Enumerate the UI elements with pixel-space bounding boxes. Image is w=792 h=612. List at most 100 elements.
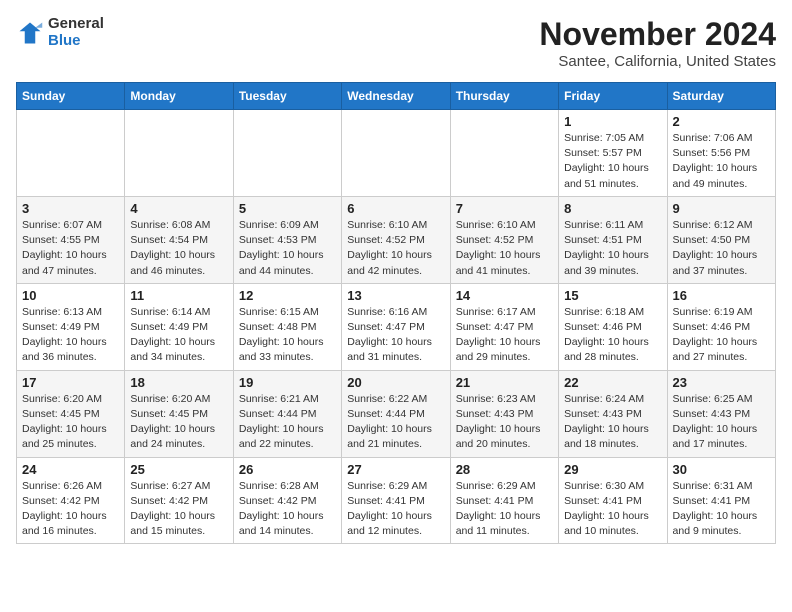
calendar-week-row: 3 Sunrise: 6:07 AM Sunset: 4:55 PM Daylig…	[17, 196, 776, 283]
calendar-week-row: 1Sunrise: 7:05 AM Sunset: 5:57 PM Daylig…	[17, 110, 776, 197]
calendar-cell: 22 Sunrise: 6:24 AM Sunset: 4:43 PM Dayli…	[559, 370, 667, 457]
day-number: 21	[456, 375, 553, 390]
calendar-cell: 27Sunrise: 6:29 AM Sunset: 4:41 PM Dayli…	[342, 457, 450, 544]
calendar-table: SundayMondayTuesdayWednesdayThursdayFrid…	[16, 82, 776, 544]
calendar-cell: 4Sunrise: 6:08 AM Sunset: 4:54 PM Daylig…	[125, 196, 233, 283]
calendar-cell	[342, 110, 450, 197]
day-number: 14	[456, 288, 553, 303]
day-info: Sunrise: 6:12 AM Sunset: 4:50 PM Dayligh…	[673, 218, 770, 279]
calendar-cell: 18Sunrise: 6:20 AM Sunset: 4:45 PM Dayli…	[125, 370, 233, 457]
calendar-cell: 5 Sunrise: 6:09 AM Sunset: 4:53 PM Daylig…	[233, 196, 341, 283]
day-info: Sunrise: 6:15 AM Sunset: 4:48 PM Dayligh…	[239, 305, 336, 366]
day-info: Sunrise: 6:28 AM Sunset: 4:42 PM Dayligh…	[239, 479, 336, 540]
day-number: 30	[673, 462, 770, 477]
calendar-cell: 2 Sunrise: 7:06 AM Sunset: 5:56 PM Daylig…	[667, 110, 775, 197]
day-number: 29	[564, 462, 661, 477]
day-number: 13	[347, 288, 444, 303]
calendar-week-row: 24 Sunrise: 6:26 AM Sunset: 4:42 PM Dayli…	[17, 457, 776, 544]
day-info: Sunrise: 6:22 AM Sunset: 4:44 PM Dayligh…	[347, 392, 444, 453]
day-number: 19	[239, 375, 336, 390]
day-number: 10	[22, 288, 119, 303]
day-info: Sunrise: 6:11 AM Sunset: 4:51 PM Dayligh…	[564, 218, 661, 279]
day-number: 24	[22, 462, 119, 477]
day-number: 25	[130, 462, 227, 477]
header-monday: Monday	[125, 83, 233, 110]
day-number: 6	[347, 201, 444, 216]
day-info: Sunrise: 6:09 AM Sunset: 4:53 PM Dayligh…	[239, 218, 336, 279]
day-number: 22	[564, 375, 661, 390]
calendar-cell: 28Sunrise: 6:29 AM Sunset: 4:41 PM Dayli…	[450, 457, 558, 544]
day-number: 8	[564, 201, 661, 216]
calendar-cell: 24 Sunrise: 6:26 AM Sunset: 4:42 PM Dayli…	[17, 457, 125, 544]
calendar-cell: 26 Sunrise: 6:28 AM Sunset: 4:42 PM Dayli…	[233, 457, 341, 544]
header-sunday: Sunday	[17, 83, 125, 110]
calendar-cell: 11Sunrise: 6:14 AM Sunset: 4:49 PM Dayli…	[125, 283, 233, 370]
day-info: Sunrise: 6:13 AM Sunset: 4:49 PM Dayligh…	[22, 305, 119, 366]
calendar-cell: 3 Sunrise: 6:07 AM Sunset: 4:55 PM Daylig…	[17, 196, 125, 283]
calendar-cell: 21 Sunrise: 6:23 AM Sunset: 4:43 PM Dayli…	[450, 370, 558, 457]
day-info: Sunrise: 7:05 AM Sunset: 5:57 PM Dayligh…	[564, 131, 661, 192]
day-number: 11	[130, 288, 227, 303]
day-info: Sunrise: 6:21 AM Sunset: 4:44 PM Dayligh…	[239, 392, 336, 453]
calendar-cell: 10 Sunrise: 6:13 AM Sunset: 4:49 PM Dayli…	[17, 283, 125, 370]
calendar-cell: 16 Sunrise: 6:19 AM Sunset: 4:46 PM Dayli…	[667, 283, 775, 370]
day-number: 17	[22, 375, 119, 390]
logo-icon	[16, 19, 44, 47]
calendar-subtitle: Santee, California, United States	[539, 53, 776, 70]
day-info: Sunrise: 6:10 AM Sunset: 4:52 PM Dayligh…	[347, 218, 444, 279]
calendar-header-row: SundayMondayTuesdayWednesdayThursdayFrid…	[17, 83, 776, 110]
day-number: 7	[456, 201, 553, 216]
day-number: 23	[673, 375, 770, 390]
page-header: General Blue November 2024 Santee, Calif…	[16, 16, 776, 70]
day-number: 12	[239, 288, 336, 303]
calendar-cell	[125, 110, 233, 197]
header-tuesday: Tuesday	[233, 83, 341, 110]
day-info: Sunrise: 6:23 AM Sunset: 4:43 PM Dayligh…	[456, 392, 553, 453]
day-info: Sunrise: 6:25 AM Sunset: 4:43 PM Dayligh…	[673, 392, 770, 453]
header-friday: Friday	[559, 83, 667, 110]
day-number: 2	[673, 114, 770, 129]
day-info: Sunrise: 6:20 AM Sunset: 4:45 PM Dayligh…	[130, 392, 227, 453]
day-info: Sunrise: 6:19 AM Sunset: 4:46 PM Dayligh…	[673, 305, 770, 366]
day-info: Sunrise: 6:20 AM Sunset: 4:45 PM Dayligh…	[22, 392, 119, 453]
day-info: Sunrise: 6:29 AM Sunset: 4:41 PM Dayligh…	[347, 479, 444, 540]
calendar-cell	[233, 110, 341, 197]
day-info: Sunrise: 6:26 AM Sunset: 4:42 PM Dayligh…	[22, 479, 119, 540]
header-thursday: Thursday	[450, 83, 558, 110]
calendar-cell: 30 Sunrise: 6:31 AM Sunset: 4:41 PM Dayli…	[667, 457, 775, 544]
calendar-cell: 20 Sunrise: 6:22 AM Sunset: 4:44 PM Dayli…	[342, 370, 450, 457]
day-number: 28	[456, 462, 553, 477]
day-info: Sunrise: 6:17 AM Sunset: 4:47 PM Dayligh…	[456, 305, 553, 366]
header-wednesday: Wednesday	[342, 83, 450, 110]
day-number: 20	[347, 375, 444, 390]
day-info: Sunrise: 7:06 AM Sunset: 5:56 PM Dayligh…	[673, 131, 770, 192]
day-info: Sunrise: 6:10 AM Sunset: 4:52 PM Dayligh…	[456, 218, 553, 279]
day-info: Sunrise: 6:16 AM Sunset: 4:47 PM Dayligh…	[347, 305, 444, 366]
calendar-cell: 17 Sunrise: 6:20 AM Sunset: 4:45 PM Dayli…	[17, 370, 125, 457]
day-info: Sunrise: 6:24 AM Sunset: 4:43 PM Dayligh…	[564, 392, 661, 453]
day-number: 15	[564, 288, 661, 303]
calendar-title: November 2024	[539, 16, 776, 53]
day-number: 16	[673, 288, 770, 303]
calendar-cell: 14 Sunrise: 6:17 AM Sunset: 4:47 PM Dayli…	[450, 283, 558, 370]
logo-text: General Blue	[48, 16, 104, 49]
day-info: Sunrise: 6:07 AM Sunset: 4:55 PM Dayligh…	[22, 218, 119, 279]
day-number: 26	[239, 462, 336, 477]
calendar-week-row: 17 Sunrise: 6:20 AM Sunset: 4:45 PM Dayli…	[17, 370, 776, 457]
day-info: Sunrise: 6:18 AM Sunset: 4:46 PM Dayligh…	[564, 305, 661, 366]
day-info: Sunrise: 6:08 AM Sunset: 4:54 PM Dayligh…	[130, 218, 227, 279]
calendar-cell	[17, 110, 125, 197]
day-number: 3	[22, 201, 119, 216]
logo-general-text: General	[48, 16, 104, 33]
calendar-cell: 25Sunrise: 6:27 AM Sunset: 4:42 PM Dayli…	[125, 457, 233, 544]
calendar-cell: 12 Sunrise: 6:15 AM Sunset: 4:48 PM Dayli…	[233, 283, 341, 370]
logo: General Blue	[16, 16, 104, 49]
header-saturday: Saturday	[667, 83, 775, 110]
day-number: 5	[239, 201, 336, 216]
calendar-cell: 19 Sunrise: 6:21 AM Sunset: 4:44 PM Dayli…	[233, 370, 341, 457]
calendar-cell: 13 Sunrise: 6:16 AM Sunset: 4:47 PM Dayli…	[342, 283, 450, 370]
day-info: Sunrise: 6:31 AM Sunset: 4:41 PM Dayligh…	[673, 479, 770, 540]
calendar-week-row: 10 Sunrise: 6:13 AM Sunset: 4:49 PM Dayli…	[17, 283, 776, 370]
title-block: November 2024 Santee, California, United…	[539, 16, 776, 70]
logo-blue-text: Blue	[48, 33, 104, 50]
